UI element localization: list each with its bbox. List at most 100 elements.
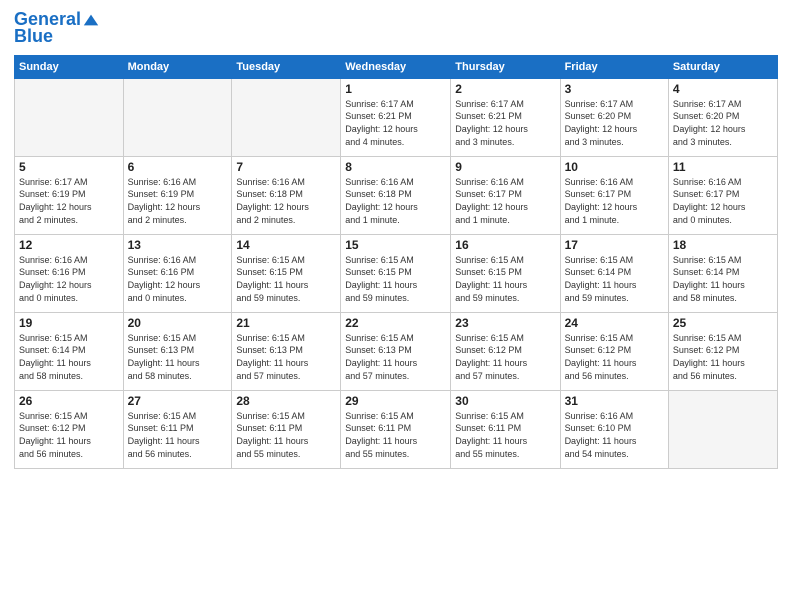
day-info: Sunrise: 6:16 AM Sunset: 6:17 PM Dayligh…	[455, 176, 555, 226]
day-info: Sunrise: 6:15 AM Sunset: 6:13 PM Dayligh…	[345, 332, 446, 382]
calendar-cell: 15 Sunrise: 6:15 AM Sunset: 6:15 PM Dayli…	[341, 234, 451, 312]
day-number: 15	[345, 238, 446, 252]
day-info: Sunrise: 6:17 AM Sunset: 6:21 PM Dayligh…	[455, 98, 555, 148]
day-info: Sunrise: 6:16 AM Sunset: 6:16 PM Dayligh…	[19, 254, 119, 304]
day-info: Sunrise: 6:15 AM Sunset: 6:12 PM Dayligh…	[565, 332, 664, 382]
calendar-cell: 11 Sunrise: 6:16 AM Sunset: 6:17 PM Dayli…	[668, 156, 777, 234]
day-number: 10	[565, 160, 664, 174]
weekday-header-wednesday: Wednesday	[341, 55, 451, 78]
day-info: Sunrise: 6:15 AM Sunset: 6:11 PM Dayligh…	[345, 410, 446, 460]
day-info: Sunrise: 6:15 AM Sunset: 6:13 PM Dayligh…	[236, 332, 336, 382]
day-info: Sunrise: 6:15 AM Sunset: 6:11 PM Dayligh…	[455, 410, 555, 460]
calendar-cell: 31Sunrise: 6:16 AM Sunset: 6:10 PM Dayli…	[560, 390, 668, 468]
day-number: 28	[236, 394, 336, 408]
day-info: Sunrise: 6:17 AM Sunset: 6:19 PM Dayligh…	[19, 176, 119, 226]
day-info: Sunrise: 6:15 AM Sunset: 6:15 PM Dayligh…	[236, 254, 336, 304]
day-info: Sunrise: 6:16 AM Sunset: 6:18 PM Dayligh…	[236, 176, 336, 226]
weekday-header-row: SundayMondayTuesdayWednesdayThursdayFrid…	[15, 55, 778, 78]
calendar-cell: 8Sunrise: 6:16 AM Sunset: 6:18 PM Daylig…	[341, 156, 451, 234]
day-number: 25	[673, 316, 773, 330]
day-number: 19	[19, 316, 119, 330]
calendar-cell: 1 Sunrise: 6:17 AM Sunset: 6:21 PM Daylig…	[341, 78, 451, 156]
day-number: 24	[565, 316, 664, 330]
day-info: Sunrise: 6:15 AM Sunset: 6:12 PM Dayligh…	[673, 332, 773, 382]
calendar-cell: 27 Sunrise: 6:15 AM Sunset: 6:11 PM Dayli…	[123, 390, 232, 468]
logo: General Blue	[14, 10, 100, 47]
header: General Blue	[14, 10, 778, 47]
calendar-cell: 3 Sunrise: 6:17 AM Sunset: 6:20 PM Daylig…	[560, 78, 668, 156]
day-info: Sunrise: 6:15 AM Sunset: 6:14 PM Dayligh…	[19, 332, 119, 382]
day-info: Sunrise: 6:17 AM Sunset: 6:20 PM Dayligh…	[565, 98, 664, 148]
day-number: 20	[128, 316, 228, 330]
calendar-cell: 17 Sunrise: 6:15 AM Sunset: 6:14 PM Dayli…	[560, 234, 668, 312]
day-number: 9	[455, 160, 555, 174]
calendar-cell	[668, 390, 777, 468]
day-info: Sunrise: 6:16 AM Sunset: 6:17 PM Dayligh…	[673, 176, 773, 226]
day-info: Sunrise: 6:15 AM Sunset: 6:11 PM Dayligh…	[128, 410, 228, 460]
day-number: 1	[345, 82, 446, 96]
day-info: Sunrise: 6:15 AM Sunset: 6:14 PM Dayligh…	[673, 254, 773, 304]
day-number: 12	[19, 238, 119, 252]
day-number: 26	[19, 394, 119, 408]
calendar-cell	[232, 78, 341, 156]
day-info: Sunrise: 6:15 AM Sunset: 6:13 PM Dayligh…	[128, 332, 228, 382]
day-number: 18	[673, 238, 773, 252]
calendar-week-1: 1 Sunrise: 6:17 AM Sunset: 6:21 PM Daylig…	[15, 78, 778, 156]
calendar-cell: 13 Sunrise: 6:16 AM Sunset: 6:16 PM Dayli…	[123, 234, 232, 312]
calendar-cell: 5Sunrise: 6:17 AM Sunset: 6:19 PM Daylig…	[15, 156, 124, 234]
weekday-header-friday: Friday	[560, 55, 668, 78]
day-number: 16	[455, 238, 555, 252]
day-number: 6	[128, 160, 228, 174]
day-info: Sunrise: 6:15 AM Sunset: 6:15 PM Dayligh…	[345, 254, 446, 304]
calendar-cell: 23Sunrise: 6:15 AM Sunset: 6:12 PM Dayli…	[451, 312, 560, 390]
day-number: 14	[236, 238, 336, 252]
weekday-header-sunday: Sunday	[15, 55, 124, 78]
calendar-week-3: 12 Sunrise: 6:16 AM Sunset: 6:16 PM Dayli…	[15, 234, 778, 312]
calendar-cell: 21 Sunrise: 6:15 AM Sunset: 6:13 PM Dayli…	[232, 312, 341, 390]
day-number: 11	[673, 160, 773, 174]
day-info: Sunrise: 6:16 AM Sunset: 6:18 PM Dayligh…	[345, 176, 446, 226]
calendar-cell: 29 Sunrise: 6:15 AM Sunset: 6:11 PM Dayli…	[341, 390, 451, 468]
calendar-week-2: 5Sunrise: 6:17 AM Sunset: 6:19 PM Daylig…	[15, 156, 778, 234]
calendar-cell	[123, 78, 232, 156]
day-info: Sunrise: 6:16 AM Sunset: 6:19 PM Dayligh…	[128, 176, 228, 226]
day-number: 29	[345, 394, 446, 408]
day-number: 2	[455, 82, 555, 96]
day-number: 22	[345, 316, 446, 330]
calendar-table: SundayMondayTuesdayWednesdayThursdayFrid…	[14, 55, 778, 469]
calendar-cell: 12 Sunrise: 6:16 AM Sunset: 6:16 PM Dayli…	[15, 234, 124, 312]
weekday-header-saturday: Saturday	[668, 55, 777, 78]
calendar-cell: 28 Sunrise: 6:15 AM Sunset: 6:11 PM Dayli…	[232, 390, 341, 468]
day-info: Sunrise: 6:16 AM Sunset: 6:17 PM Dayligh…	[565, 176, 664, 226]
calendar-cell: 24 Sunrise: 6:15 AM Sunset: 6:12 PM Dayli…	[560, 312, 668, 390]
calendar-cell: 18 Sunrise: 6:15 AM Sunset: 6:14 PM Dayli…	[668, 234, 777, 312]
day-number: 21	[236, 316, 336, 330]
page-container: General Blue SundayMondayTuesdayWednesda…	[0, 0, 792, 479]
day-info: Sunrise: 6:15 AM Sunset: 6:12 PM Dayligh…	[455, 332, 555, 382]
day-info: Sunrise: 6:15 AM Sunset: 6:14 PM Dayligh…	[565, 254, 664, 304]
calendar-cell: 14 Sunrise: 6:15 AM Sunset: 6:15 PM Dayli…	[232, 234, 341, 312]
day-info: Sunrise: 6:16 AM Sunset: 6:16 PM Dayligh…	[128, 254, 228, 304]
day-number: 3	[565, 82, 664, 96]
day-info: Sunrise: 6:17 AM Sunset: 6:21 PM Dayligh…	[345, 98, 446, 148]
calendar-cell: 22 Sunrise: 6:15 AM Sunset: 6:13 PM Dayli…	[341, 312, 451, 390]
day-number: 13	[128, 238, 228, 252]
calendar-cell: 4Sunrise: 6:17 AM Sunset: 6:20 PM Daylig…	[668, 78, 777, 156]
calendar-cell: 2 Sunrise: 6:17 AM Sunset: 6:21 PM Daylig…	[451, 78, 560, 156]
calendar-cell	[15, 78, 124, 156]
day-info: Sunrise: 6:15 AM Sunset: 6:11 PM Dayligh…	[236, 410, 336, 460]
calendar-cell: 30Sunrise: 6:15 AM Sunset: 6:11 PM Dayli…	[451, 390, 560, 468]
calendar-cell: 20 Sunrise: 6:15 AM Sunset: 6:13 PM Dayli…	[123, 312, 232, 390]
logo-icon	[82, 11, 100, 29]
day-number: 31	[565, 394, 664, 408]
day-info: Sunrise: 6:15 AM Sunset: 6:12 PM Dayligh…	[19, 410, 119, 460]
day-info: Sunrise: 6:17 AM Sunset: 6:20 PM Dayligh…	[673, 98, 773, 148]
calendar-week-5: 26 Sunrise: 6:15 AM Sunset: 6:12 PM Dayli…	[15, 390, 778, 468]
calendar-cell: 10 Sunrise: 6:16 AM Sunset: 6:17 PM Dayli…	[560, 156, 668, 234]
calendar-cell: 9 Sunrise: 6:16 AM Sunset: 6:17 PM Daylig…	[451, 156, 560, 234]
day-number: 27	[128, 394, 228, 408]
calendar-cell: 6 Sunrise: 6:16 AM Sunset: 6:19 PM Daylig…	[123, 156, 232, 234]
day-number: 17	[565, 238, 664, 252]
weekday-header-tuesday: Tuesday	[232, 55, 341, 78]
calendar-cell: 7Sunrise: 6:16 AM Sunset: 6:18 PM Daylig…	[232, 156, 341, 234]
